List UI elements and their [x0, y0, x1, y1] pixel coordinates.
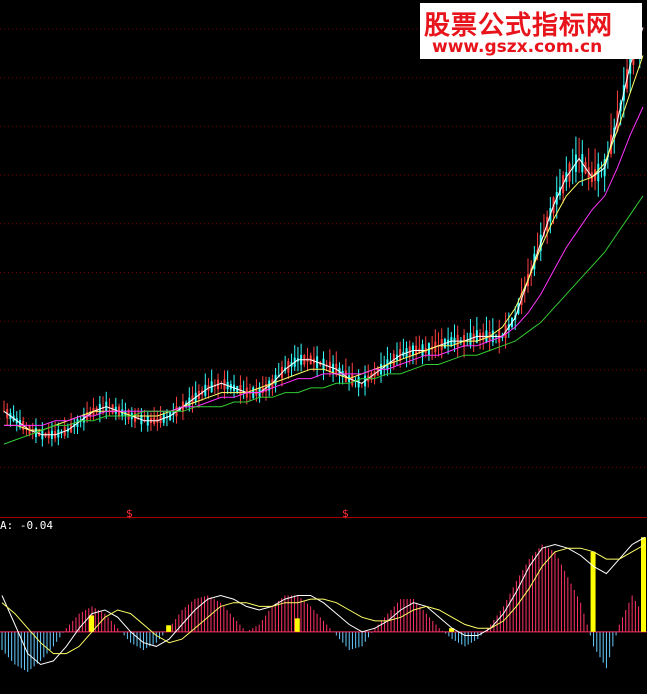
dollar-marker-2: $ [342, 507, 349, 520]
indicator-value-label: A: -0.04 [0, 519, 53, 532]
signal-bar [89, 615, 95, 632]
watermark-logo: 股票公式指标网 www.gszx.com.cn [420, 3, 642, 59]
signal-bar [294, 618, 300, 632]
dollar-marker-1: $ [126, 507, 133, 520]
watermark-url: www.gszx.com.cn [432, 37, 603, 57]
stock-chart: $ $ [0, 0, 647, 694]
signal-bar [641, 537, 646, 632]
chart-background [0, 0, 647, 694]
signal-bar [166, 625, 172, 632]
